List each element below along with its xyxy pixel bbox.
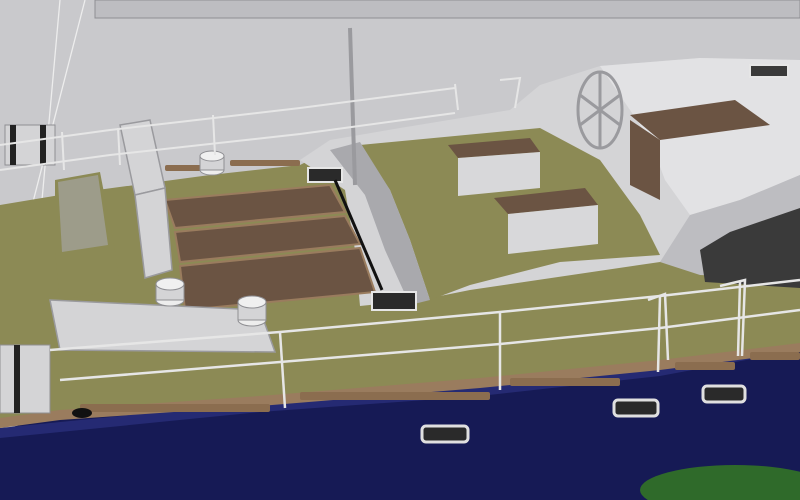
- roof-hatch: [749, 64, 789, 78]
- boom: [94, 0, 800, 19]
- deck-hatch: [371, 291, 417, 311]
- porthole: [612, 398, 660, 418]
- cockpit-table-2: [494, 188, 598, 254]
- cleat: [72, 408, 92, 418]
- cockpit-table-1: [448, 138, 540, 196]
- winch: [237, 295, 267, 327]
- winch: [155, 277, 185, 307]
- deck-hatch: [307, 167, 343, 183]
- porthole: [420, 424, 470, 444]
- winch: [199, 150, 225, 176]
- porthole: [701, 384, 747, 404]
- yacht-deck-render: [0, 0, 800, 500]
